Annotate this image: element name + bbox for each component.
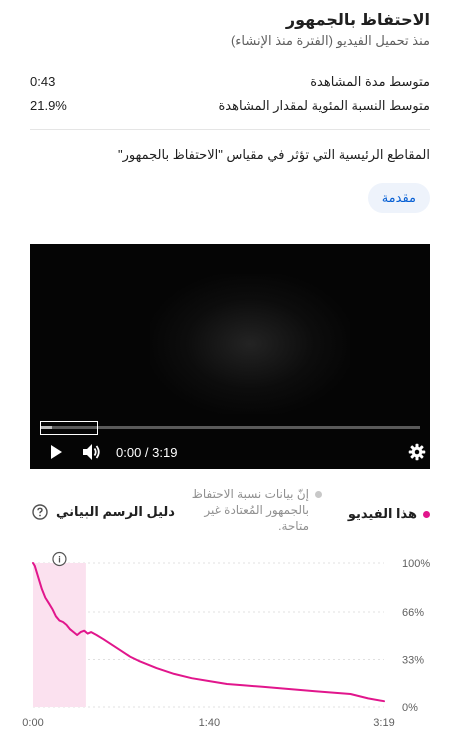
time-readout: 0:00 / 3:19 bbox=[116, 445, 178, 460]
video-player[interactable]: 0:00 / 3:19 bbox=[30, 244, 430, 469]
chart-y-tick-label: 0% bbox=[402, 702, 418, 714]
page-title: الاحتفاظ بالجمهور bbox=[285, 12, 430, 29]
chart-x-tick-label: 1:40 bbox=[199, 717, 220, 729]
help-icon bbox=[32, 504, 48, 520]
chart-y-tick-label: 66% bbox=[402, 607, 424, 619]
chart-guide-link[interactable]: دليل الرسم البياني bbox=[32, 504, 175, 520]
svg-text:i: i bbox=[58, 555, 61, 565]
legend-this-video-dot bbox=[423, 510, 430, 518]
chart-x-tick-label: 3:19 bbox=[373, 717, 394, 729]
chip-intro[interactable]: مقدمة bbox=[367, 183, 430, 213]
chart-y-tick-label: 33% bbox=[402, 654, 424, 666]
video-frame bbox=[150, 274, 350, 414]
chart-y-tick-label: 100% bbox=[402, 558, 430, 570]
legend-typical-label: إنّ بيانات نسبة الاحتفاظ بالجمهور المُعت… bbox=[191, 487, 309, 533]
legend-typical-dot bbox=[315, 491, 322, 498]
play-icon[interactable] bbox=[48, 444, 64, 460]
scrub-preview-box[interactable] bbox=[40, 421, 98, 435]
legend-this-video: هذا الفيديو bbox=[348, 506, 430, 522]
info-icon: i bbox=[52, 551, 67, 567]
avg-view-duration-value: 0:43 bbox=[30, 74, 56, 89]
page-subtitle: منذ تحميل الفيديو (الفترة منذ الإنشاء) bbox=[230, 33, 430, 48]
divider bbox=[30, 129, 430, 130]
legend-typical-retention: إنّ بيانات نسبة الاحتفاظ بالجمهور المُعت… bbox=[182, 486, 322, 534]
legend-this-video-label: هذا الفيديو bbox=[347, 506, 417, 521]
gear-icon[interactable] bbox=[408, 443, 426, 461]
avg-view-duration-label: متوسط مدة المشاهدة bbox=[310, 74, 430, 89]
chart-x-tick-label: 0:00 bbox=[22, 717, 43, 729]
avg-percent-viewed-value: 21.9% bbox=[30, 98, 67, 113]
key-moments-title: المقاطع الرئيسية التي تؤثر في مقياس "الا… bbox=[118, 147, 430, 162]
chart-guide-label: دليل الرسم البياني bbox=[56, 504, 175, 519]
retention-chart: 100% 66% 33% 0% 0:00 1:40 3:19 i bbox=[22, 551, 430, 729]
volume-icon[interactable] bbox=[82, 443, 102, 461]
avg-percent-viewed-label: متوسط النسبة المئوية لمقدار المشاهدة bbox=[218, 98, 431, 113]
